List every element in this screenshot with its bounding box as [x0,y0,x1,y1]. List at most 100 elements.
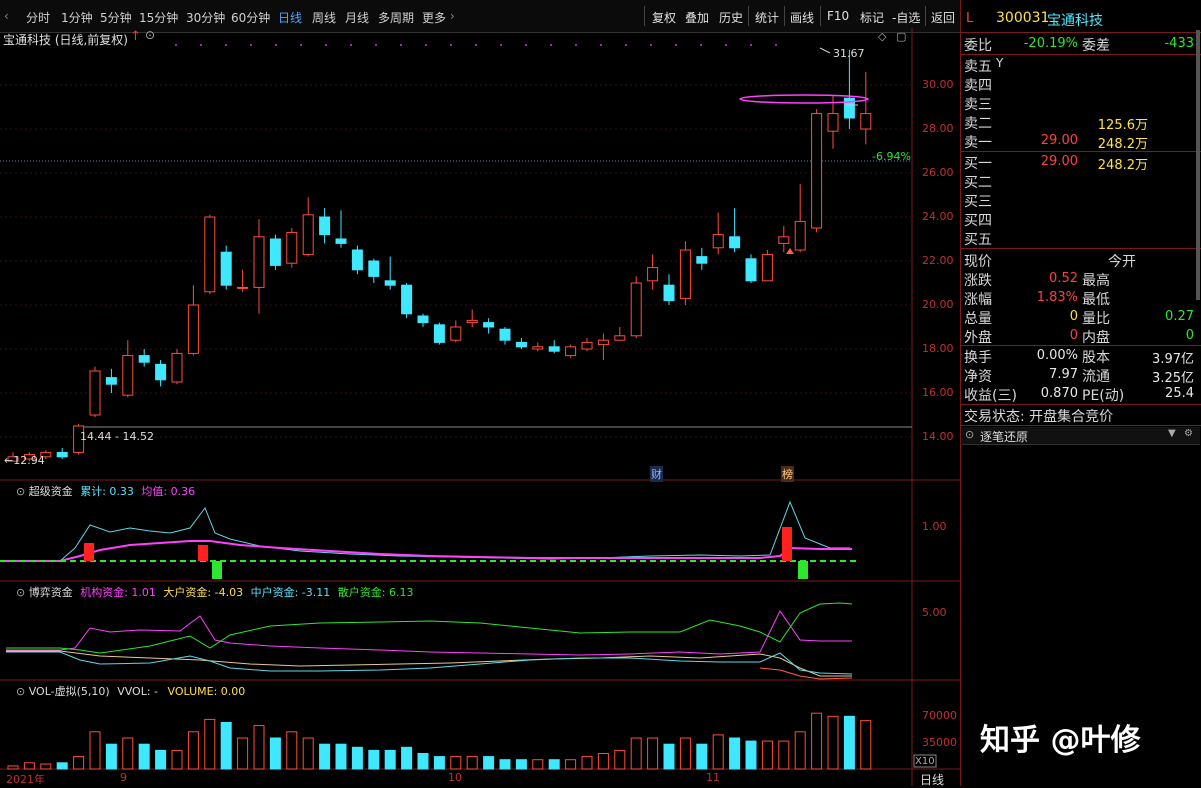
tick-detail-title: 逐笔还原 [980,430,1029,444]
volume-bar [548,759,560,770]
volume-bar [778,740,790,770]
period-tab-daily[interactable]: 日线 [278,9,302,26]
ranking-marker[interactable]: 榜 [781,466,794,482]
volume-bar [368,749,380,770]
volume-bar [286,731,298,770]
indicator-toggle-icon[interactable]: ⊙ [16,485,25,498]
candle-body [663,284,675,302]
period-tab-more[interactable]: 更多 [422,9,446,26]
weicha-value: -433 [1164,36,1194,51]
volume-bar [253,725,265,770]
price-tick: 20.00 [922,298,954,311]
more-chevron-icon[interactable]: › [450,9,455,23]
indicator-toggle-icon[interactable]: ⊙ [16,586,25,599]
period-tab-1min[interactable]: 1分钟 [61,9,93,26]
candle-body [286,231,298,264]
stat-label: 最高 [1082,273,1110,289]
mark-button[interactable]: 标记 [860,9,884,26]
price-tick: 22.00 [922,254,954,267]
market-flag: L [966,11,974,26]
buy1-price: 29.00 [1040,154,1078,169]
indicator-toggle-icon[interactable]: ⊙ [16,685,25,698]
indicator3-header: ⊙ VOL-虚拟(5,10) VVOL: - VOLUME: 0.00 [16,683,245,699]
period-tab-weekly[interactable]: 周线 [312,9,336,26]
diamond-icon[interactable]: ◇ [878,30,886,43]
high-price-label: 31.67 [833,47,865,60]
volume-tick-high: 70000 [922,709,957,722]
dropdown-icon[interactable]: ⊙ [145,28,155,42]
candle-body [761,253,773,282]
settings-icon[interactable]: ⚙ [1184,428,1193,439]
period-tab-60min[interactable]: 60分钟 [231,9,270,26]
net-asset-value: 7.97 [1049,367,1078,382]
eps-value: 0.870 [1040,386,1078,401]
overlay-button[interactable]: 叠加 [685,9,709,26]
vvol-label: VVOL: - [117,685,159,698]
buy3-label: 买三 [964,194,992,210]
buy2-label: 买二 [964,175,992,191]
period-tab-15min[interactable]: 15分钟 [139,9,178,26]
period-tab-5min[interactable]: 5分钟 [100,9,132,26]
sell1-price: 29.00 [1040,133,1078,148]
candle-body [483,322,495,328]
indicator2-header: ⊙ 博弈资金 机构资金: 1.01 大户资金: -4.03 中户资金: -3.1… [16,584,413,600]
stats-button[interactable]: 统计 [755,9,779,26]
indicator2-name: 博弈资金 [28,586,73,599]
volume-bar [23,762,35,770]
candle-body [450,326,462,341]
sell5-label: 卖五 [964,59,992,75]
volume-ratio-value: 0.27 [1165,309,1194,324]
volume-bar [417,753,429,770]
volume-bar [187,731,199,770]
candle-body [138,355,150,363]
nav-arrow-icon[interactable]: ‹ [4,9,9,23]
draw-line-button[interactable]: 画线 [790,9,814,26]
volume-bar [138,743,150,770]
buy1-label: 买一 [964,156,992,172]
kline-chart[interactable] [0,28,960,786]
back-button[interactable]: 返回 [931,9,955,26]
period-tab-monthly[interactable]: 月线 [345,9,369,26]
volume-bar [450,756,462,770]
finance-marker[interactable]: 财 [650,466,663,482]
window-icon[interactable]: ▢ [896,30,906,43]
stat-label: 涨幅 [964,292,992,308]
low-price-label: ←12.94 [4,454,45,467]
f10-button[interactable]: F10 [827,9,849,23]
share-capital-value: 3.97亿 [1152,352,1194,367]
float-value: 3.25亿 [1152,371,1194,386]
candle-body [384,280,396,286]
fuquan-button[interactable]: 复权 [652,9,676,26]
period-tab-multi[interactable]: 多周期 [378,9,414,26]
indicator2-tick: 5.00 [922,606,947,619]
weibi-label: 委比 [964,38,992,54]
weibi-value: -20.19% [1023,36,1078,51]
filter-icon[interactable]: ▼ [1168,428,1176,439]
bottom-period-label[interactable]: 日线 [920,771,944,788]
candle-body [417,315,429,324]
volume-bar [811,712,823,770]
scrollbar[interactable] [1196,30,1200,300]
weicha-label: 委差 [1082,38,1110,54]
period-tab-fenshi[interactable]: 分时 [26,9,50,26]
stat-label: 外盘 [964,330,992,346]
tick-detail-header[interactable]: ⊙ 逐笔还原 ▼ ⚙ [962,427,1200,445]
price-tick: 16.00 [922,386,954,399]
history-button[interactable]: 历史 [719,9,743,26]
price-tick: 14.00 [922,430,954,443]
volume-bar [7,765,19,770]
candle-body [499,328,511,341]
candle-body [56,451,68,458]
candle-body [401,284,413,315]
sell3-label: 卖三 [964,97,992,113]
candle-body [155,363,167,381]
candle-body [269,238,281,266]
period-tab-30min[interactable]: 30分钟 [186,9,225,26]
collapse-icon[interactable]: ⊙ [965,428,974,441]
volume-bar [696,743,708,770]
volume-bar [319,743,331,770]
sell1-label: 卖一 [964,135,992,151]
add-watchlist-button[interactable]: -自选 [892,9,920,26]
candle-body [614,335,626,341]
candle-body [548,346,560,352]
